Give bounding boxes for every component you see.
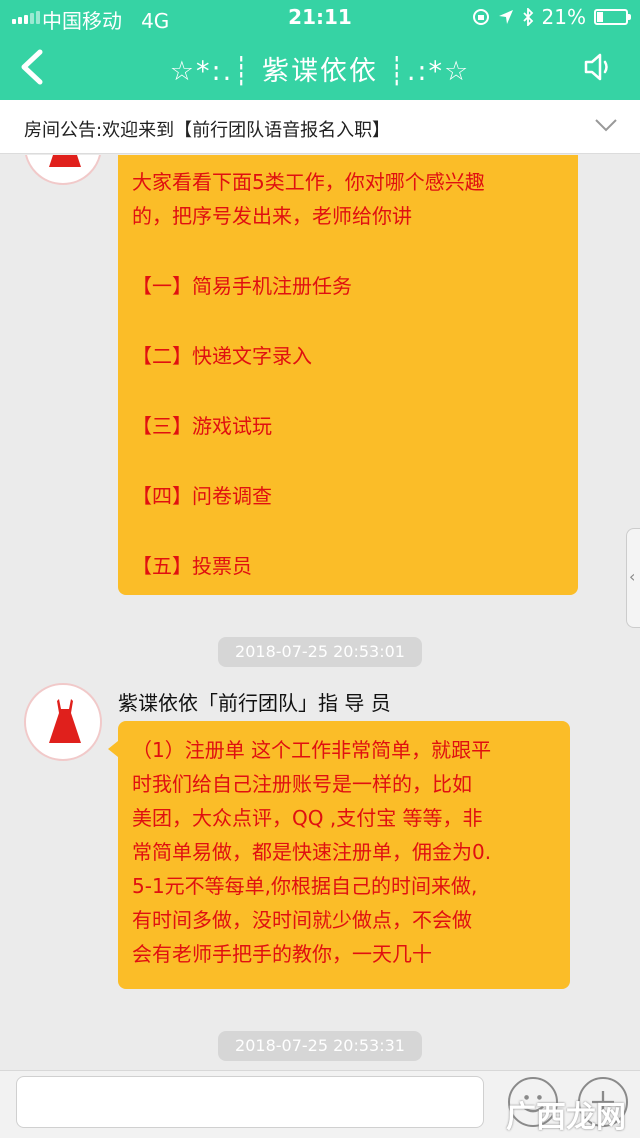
sender-avatar[interactable]	[24, 155, 102, 185]
chat-area[interactable]: 大家看看下面5类工作，你对哪个感兴趣 的，把序号发出来，老师给你讲 【一】简易手…	[0, 155, 640, 1070]
message-line: 大家看看下面5类工作，你对哪个感兴趣	[132, 170, 485, 194]
message-bubble[interactable]: （1）注册单 这个工作非常简单，就跟平 时我们给自己注册账号是一样的，比如 美团…	[108, 721, 570, 989]
battery-percent: 21%	[541, 5, 586, 29]
message-option: 【三】游戏试玩	[132, 414, 272, 438]
message-line: 有时间多做，没时间就少做点，不会做	[132, 908, 472, 932]
message-line: 会有老师手把手的教你，一天几十	[132, 942, 432, 966]
chevron-left-icon: ‹	[629, 567, 636, 586]
nav-bar: ☆*:.┊ 紫谍依依 ┊.:*☆	[0, 34, 640, 100]
message-line: 美团，大众点评，QQ ,支付宝 等等，非	[132, 806, 483, 830]
message-option: 【五】投票员	[132, 554, 252, 578]
message-line: 的，把序号发出来，老师给你讲	[132, 204, 412, 228]
sender-avatar[interactable]	[24, 683, 102, 761]
red-dress-icon	[49, 155, 81, 167]
message-line: 时我们给自己注册账号是一样的，比如	[132, 772, 472, 796]
message-option: 【二】快递文字录入	[132, 344, 312, 368]
message-option: 【一】简易手机注册任务	[132, 274, 352, 298]
status-right: 21%	[472, 5, 631, 29]
battery-icon	[594, 9, 631, 25]
room-title: ☆*:.┊ 紫谍依依 ┊.:*☆	[169, 56, 471, 87]
status-bar: 中国移动 4G 21:11 21%	[0, 0, 640, 34]
message-line: （1）注册单 这个工作非常简单，就跟平	[132, 738, 492, 762]
message-input[interactable]	[16, 1076, 484, 1128]
chevron-down-icon[interactable]	[594, 116, 618, 134]
red-dress-icon	[49, 699, 81, 743]
side-drawer-handle[interactable]: ‹	[626, 528, 640, 628]
watermark: 广西龙网	[506, 1100, 626, 1135]
message-option: 【四】问卷调查	[132, 484, 272, 508]
room-notice[interactable]: 房间公告:欢迎来到【前行团队语音报名入职】	[0, 100, 640, 154]
bluetooth-icon	[522, 8, 533, 26]
back-chevron-icon[interactable]	[14, 48, 50, 86]
sender-name: 紫谍依依「前行团队」指 导 员	[118, 691, 391, 715]
speaker-icon[interactable]	[582, 50, 616, 84]
lock-rotation-icon	[472, 9, 489, 25]
message-line: 5-1元不等每单,你根据自己的时间来做,	[132, 874, 478, 898]
location-icon	[498, 10, 513, 24]
message-line: 常简单易做，都是快速注册单，佣金为0.	[132, 840, 492, 864]
message-timestamp: 2018-07-25 20:53:01	[218, 637, 422, 667]
message-bubble[interactable]: 大家看看下面5类工作，你对哪个感兴趣 的，把序号发出来，老师给你讲 【一】简易手…	[118, 155, 578, 595]
message-timestamp: 2018-07-25 20:53:31	[218, 1031, 422, 1061]
room-notice-text: 房间公告:欢迎来到【前行团队语音报名入职】	[24, 120, 391, 141]
